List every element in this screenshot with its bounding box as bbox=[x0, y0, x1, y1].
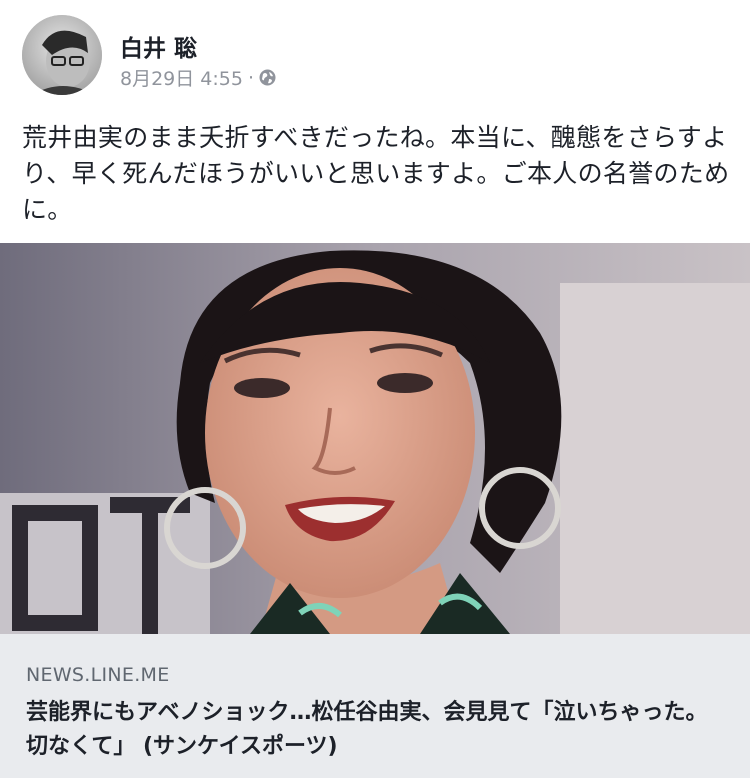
globe-icon bbox=[259, 69, 276, 86]
link-domain: NEWS.LINE.ME bbox=[26, 664, 170, 686]
link-preview[interactable]: NEWS.LINE.ME 芸能界にもアベノショック…松任谷由実、会見見て「泣いち… bbox=[0, 634, 750, 778]
facebook-post: 白井 聡 8月29日 4:55 · 荒井由実のまま夭折すべきだったね。本当に、醜… bbox=[0, 0, 750, 778]
link-title[interactable]: 芸能界にもアベノショック…松任谷由実、会見見て「泣いちゃった。切なくて」 (サン… bbox=[26, 696, 726, 764]
post-photo[interactable] bbox=[0, 243, 750, 634]
author-name[interactable]: 白井 聡 bbox=[120, 29, 197, 63]
meta-separator: · bbox=[247, 66, 255, 89]
post-header: 白井 聡 8月29日 4:55 · bbox=[22, 15, 722, 99]
post-meta: 8月29日 4:55 · bbox=[120, 64, 276, 91]
post-timestamp[interactable]: 8月29日 4:55 bbox=[120, 64, 243, 91]
author-avatar[interactable] bbox=[22, 15, 102, 95]
post-message: 荒井由実のまま夭折すべきだったね。本当に、醜態をさらすより、早く死んだほうがいい… bbox=[22, 123, 730, 224]
